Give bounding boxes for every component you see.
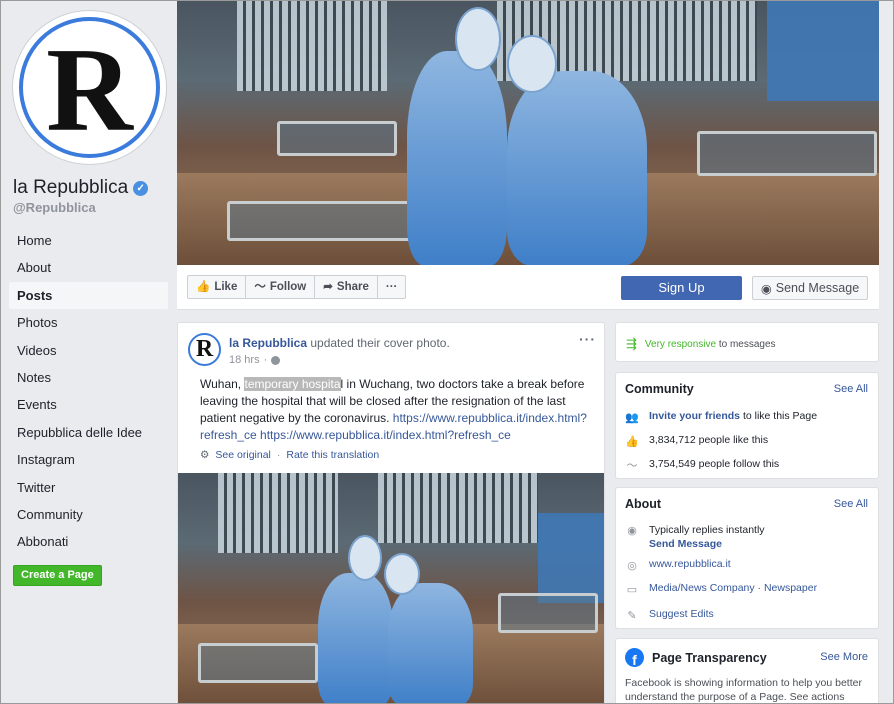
community-card: Community See All 👥 Invite your friends …: [615, 372, 879, 479]
post-timestamp[interactable]: 18 hrs ·: [229, 354, 281, 366]
about-card: About See All ◉ Typically replies instan…: [615, 487, 879, 629]
nav-item-videos[interactable]: Videos: [9, 337, 168, 364]
follows-row: 〜 3,754,549 people follow this: [625, 458, 870, 472]
nav-item-home[interactable]: Home: [9, 227, 168, 254]
invite-friends-link[interactable]: Invite your friends: [649, 410, 740, 422]
sign-up-button[interactable]: Sign Up: [621, 276, 742, 300]
responsiveness-row: ⇶ Very responsive to messages: [626, 336, 776, 352]
rate-translation-link[interactable]: Rate this translation: [286, 449, 379, 461]
about-title: About: [625, 497, 662, 511]
responsive-rest-text: to messages: [716, 338, 776, 350]
pencil-icon: ✎: [627, 609, 637, 622]
nav-item-repubblica-delle-idee[interactable]: Repubblica delle Idee: [9, 419, 168, 446]
translation-bar: ⚙ See original · Rate this translation: [200, 449, 380, 461]
community-see-all-link[interactable]: See All: [834, 383, 868, 395]
likes-row: 👍 3,834,712 people like this: [625, 434, 870, 448]
responsive-chat-icon: ⇶: [626, 336, 637, 351]
invite-friends-row: 👥 Invite your friends to like this Page: [625, 410, 818, 424]
invite-friends-icon: 👥: [625, 411, 639, 424]
send-message-button[interactable]: ◉ Send Message: [752, 276, 868, 300]
responsiveness-card: ⇶ Very responsive to messages: [615, 322, 879, 362]
like-label: Like: [214, 281, 238, 293]
nav-item-about[interactable]: About: [9, 254, 168, 281]
post-header: la Repubblica updated their cover photo.: [229, 336, 450, 350]
post-author-link[interactable]: la Repubblica: [229, 336, 307, 350]
send-message-label: Send Message: [775, 281, 860, 295]
create-page-button[interactable]: Create a Page: [13, 565, 102, 586]
community-title: Community: [625, 382, 694, 396]
facebook-logo-icon: f: [625, 648, 644, 667]
suggest-edits-link[interactable]: Suggest Edits: [649, 608, 714, 620]
post-menu-button[interactable]: ···: [579, 331, 596, 347]
about-see-all-link[interactable]: See All: [834, 498, 868, 510]
messenger-icon: ◉: [627, 524, 637, 537]
messenger-icon: ◉: [760, 281, 772, 296]
post-card: R la Repubblica updated their cover phot…: [177, 322, 605, 703]
replies-text: Typically replies instantly: [649, 524, 765, 536]
category-link[interactable]: Media/News Company · Newspaper: [649, 582, 817, 594]
page-nav: Home About Posts Photos Videos Notes Eve…: [9, 227, 168, 556]
like-button[interactable]: 👍 Like: [188, 276, 247, 298]
follows-count: 3,754,549 people follow this: [649, 458, 780, 470]
suggest-edits-row: ✎ Suggest Edits: [625, 608, 870, 622]
nav-item-twitter[interactable]: Twitter: [9, 474, 168, 501]
profile-picture[interactable]: R: [12, 10, 167, 165]
rss-icon: 〜: [626, 460, 638, 472]
nav-item-abbonati[interactable]: Abbonati: [9, 528, 168, 555]
nav-item-events[interactable]: Events: [9, 391, 168, 418]
gear-icon: ⚙: [200, 449, 210, 461]
rss-icon: 〜: [254, 281, 266, 293]
nav-item-instagram[interactable]: Instagram: [9, 446, 168, 473]
globe-icon: ◎: [627, 559, 637, 572]
nav-item-photos[interactable]: Photos: [9, 309, 168, 336]
page-handle[interactable]: @Repubblica: [13, 200, 96, 215]
post-photo[interactable]: [178, 473, 604, 703]
page-frame: R la Repubblica ✓ @Repubblica Home About…: [0, 0, 894, 704]
very-responsive-text: Very responsive: [644, 338, 717, 350]
logo-letter: R: [46, 22, 133, 156]
nav-item-notes[interactable]: Notes: [9, 364, 168, 391]
profile-logo: R: [19, 17, 160, 158]
nav-item-posts[interactable]: Posts: [9, 281, 168, 310]
page-transparency-card: f Page Transparency See More Facebook is…: [615, 638, 879, 703]
follow-button[interactable]: 〜 Follow: [246, 276, 316, 298]
highlighted-text: temporary hospita: [244, 377, 341, 391]
page-title[interactable]: la Repubblica ✓: [13, 177, 149, 199]
left-sidebar: R la Repubblica ✓ @Repubblica Home About…: [1, 1, 177, 703]
page-name-text: la Repubblica: [13, 177, 129, 198]
cover-photo[interactable]: [177, 1, 879, 265]
post-body: Wuhan, temporary hospital in Wuchang, tw…: [200, 377, 587, 442]
nav-item-community[interactable]: Community: [9, 501, 168, 528]
newspaper-icon: ▭: [626, 583, 638, 596]
post-scene-image: [178, 473, 604, 703]
cover-scene-image: [177, 1, 879, 265]
about-send-message-link[interactable]: Send Message: [649, 537, 765, 551]
more-options-button[interactable]: ···: [378, 276, 406, 298]
category-row: ▭ Media/News Company · Newspaper: [625, 582, 870, 596]
replies-row: ◉ Typically replies instantly Send Messa…: [625, 523, 870, 551]
share-label: Share: [336, 281, 369, 293]
verified-badge-icon: ✓: [133, 180, 149, 196]
website-row: ◎ www.repubblica.it: [625, 558, 870, 572]
thumbs-up-icon: 👍: [196, 281, 211, 293]
post-author-avatar[interactable]: R: [188, 333, 221, 366]
globe-icon: [271, 355, 281, 365]
share-arrow-icon: ➦: [323, 281, 333, 293]
share-button[interactable]: ➦ Share: [315, 276, 378, 298]
post-link-2[interactable]: https://www.repubblica.it/index.html?ref…: [260, 428, 511, 442]
post-action-text: updated their cover photo.: [307, 336, 450, 350]
transparency-see-more-link[interactable]: See More: [820, 651, 868, 663]
page-action-bar: 👍 Like 〜 Follow ➦ Share ··· Sign Up ◉ Se…: [177, 265, 879, 310]
likes-count: 3,834,712 people like this: [649, 434, 769, 446]
transparency-text: Facebook is showing information to help …: [625, 677, 862, 703]
website-link[interactable]: www.repubblica.it: [649, 558, 731, 570]
thumbs-up-icon: 👍: [625, 435, 639, 448]
see-original-link[interactable]: See original: [215, 449, 270, 461]
transparency-title: Page Transparency: [652, 650, 767, 665]
page-actions-group: 👍 Like 〜 Follow ➦ Share ···: [187, 275, 407, 299]
follow-label: Follow: [269, 281, 307, 293]
transparency-header: f Page Transparency: [625, 648, 767, 667]
post-time-text: 18 hrs: [229, 354, 260, 366]
